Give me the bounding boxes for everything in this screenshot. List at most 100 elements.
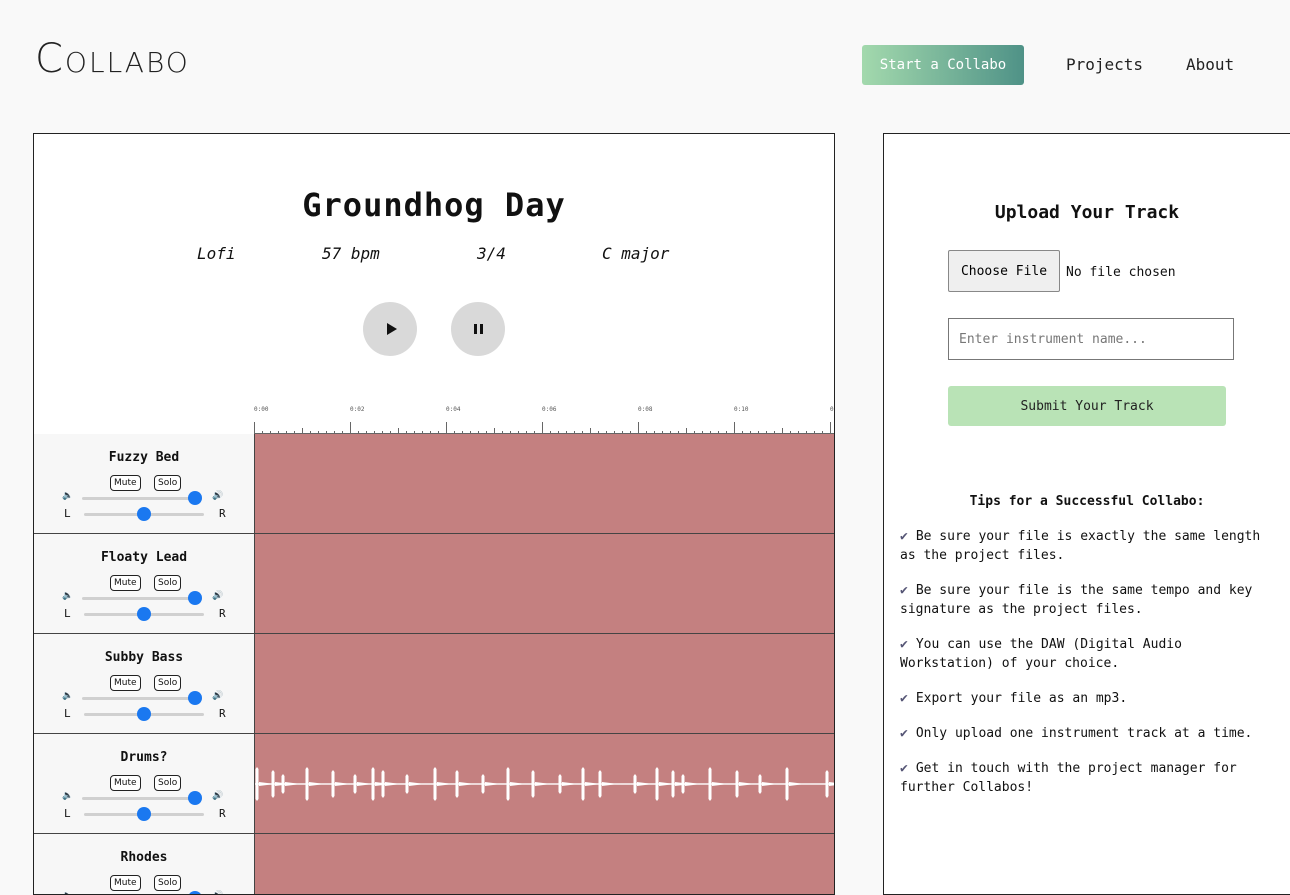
- timeline-tick: [542, 422, 543, 434]
- volume-low-icon: 🔈: [62, 891, 73, 894]
- tip-text: Export your file as an mp3.: [915, 691, 1128, 706]
- nav-projects-link[interactable]: Projects: [1066, 55, 1143, 74]
- no-file-text: No file chosen: [1066, 265, 1176, 280]
- track-controls: Floaty Lead Mute Solo 🔈 🔊 L R: [34, 534, 255, 633]
- tip-text: Be sure your file is exactly the same le…: [900, 529, 1261, 563]
- pause-icon: [473, 324, 483, 334]
- mute-button[interactable]: Mute: [110, 675, 141, 691]
- timeline-label: 0:04: [446, 406, 461, 413]
- track-row: Subby Bass Mute Solo 🔈 🔊 L R: [34, 634, 834, 734]
- tip-text: Be sure your file is the same tempo and …: [900, 583, 1253, 617]
- nav-about-link[interactable]: About: [1186, 55, 1234, 74]
- pan-left-label: L: [64, 807, 71, 820]
- tip-item: ✔ Export your file as an mp3.: [900, 689, 1270, 708]
- project-genre: Lofi: [197, 244, 236, 263]
- volume-high-icon: 🔊: [212, 791, 224, 801]
- track-list: Fuzzy Bed Mute Solo 🔈 🔊 L R Floaty Lead …: [34, 434, 834, 894]
- solo-button[interactable]: Solo: [154, 875, 182, 891]
- tip-item: ✔ You can use the DAW (Digital Audio Work…: [900, 635, 1270, 673]
- volume-slider[interactable]: [82, 497, 202, 500]
- pan-slider-thumb[interactable]: [137, 807, 151, 821]
- volume-low-icon: 🔈: [62, 491, 74, 501]
- track-waveform[interactable]: [255, 634, 834, 733]
- track-name: Fuzzy Bed: [108, 450, 180, 465]
- solo-button[interactable]: Solo: [154, 475, 182, 491]
- pan-slider-thumb[interactable]: [137, 507, 151, 521]
- volume-high-icon: 🔊: [212, 591, 224, 601]
- upload-title: Upload Your Track: [994, 202, 1180, 223]
- tip-text: Get in touch with the project manager fo…: [900, 761, 1237, 795]
- timeline-label: 0:06: [542, 406, 557, 413]
- check-icon: ✔: [900, 529, 908, 544]
- tip-text: Only upload one instrument track at a ti…: [915, 726, 1253, 741]
- pan-slider-thumb[interactable]: [137, 607, 151, 621]
- volume-high-icon: 🔊: [212, 491, 224, 501]
- volume-slider-thumb[interactable]: [188, 791, 202, 805]
- timeline-tick: [350, 422, 351, 434]
- timeline-tick: [446, 422, 447, 434]
- play-icon: [386, 323, 397, 335]
- timeline-label: 0:02: [350, 406, 365, 413]
- submit-track-button[interactable]: Submit Your Track: [948, 386, 1226, 426]
- mute-button[interactable]: Mute: [110, 875, 141, 891]
- pan-right-label: R: [219, 807, 226, 820]
- volume-low-icon: 🔈: [62, 791, 74, 801]
- pan-right-label: R: [219, 507, 226, 520]
- track-controls: Fuzzy Bed Mute Solo 🔈 🔊 L R: [34, 434, 255, 533]
- check-icon: ✔: [900, 583, 908, 598]
- solo-button[interactable]: Solo: [154, 675, 182, 691]
- check-icon: ✔: [900, 726, 908, 741]
- mute-button[interactable]: Mute: [110, 775, 141, 791]
- start-collabo-button[interactable]: Start a Collabo: [862, 45, 1024, 85]
- volume-slider[interactable]: [82, 697, 202, 700]
- track-name: Drums?: [120, 750, 168, 765]
- pan-right-label: R: [219, 607, 226, 620]
- logo[interactable]: Collabo: [35, 36, 190, 82]
- track-waveform[interactable]: [255, 834, 834, 894]
- volume-high-icon: 🔊: [212, 691, 224, 701]
- volume-slider-thumb[interactable]: [188, 591, 202, 605]
- waveform-baseline: [255, 783, 834, 785]
- timeline-ruler[interactable]: 0:00 0:02 0:04 0:06 0:08 0:10 0: [254, 402, 834, 434]
- track-waveform[interactable]: [255, 434, 834, 533]
- track-row: Rhodes Mute Solo 🔈 🔊 L R: [34, 834, 834, 894]
- project-title: Groundhog Day: [302, 186, 566, 224]
- volume-slider[interactable]: [82, 597, 202, 600]
- project-panel: Groundhog Day Lofi 57 bpm 3/4 C major 0:…: [33, 133, 835, 895]
- pause-button[interactable]: [451, 302, 505, 356]
- tip-item: ✔ Only upload one instrument track at a t…: [900, 724, 1270, 743]
- volume-low-icon: 🔈: [62, 591, 74, 601]
- timeline-tick: [254, 422, 255, 434]
- play-button[interactable]: [363, 302, 417, 356]
- pan-left-label: L: [64, 707, 71, 720]
- timeline-tick: [830, 422, 831, 434]
- tip-text: You can use the DAW (Digital Audio Works…: [900, 637, 1182, 671]
- tip-item: ✔ Be sure your file is the same tempo and…: [900, 581, 1270, 619]
- track-name: Subby Bass: [104, 650, 184, 665]
- project-tempo: 57 bpm: [322, 244, 380, 263]
- volume-high-icon: 🔊: [212, 891, 223, 894]
- mute-button[interactable]: Mute: [110, 575, 141, 591]
- check-icon: ✔: [900, 761, 908, 776]
- upload-panel: Upload Your Track Choose File No file ch…: [883, 133, 1290, 895]
- solo-button[interactable]: Solo: [154, 775, 182, 791]
- track-waveform[interactable]: [255, 534, 834, 633]
- instrument-name-input[interactable]: [948, 318, 1234, 360]
- pan-left-label: L: [64, 607, 71, 620]
- timeline-label: 0:10: [734, 406, 749, 413]
- timeline-label: 0: [830, 406, 834, 413]
- volume-slider-thumb[interactable]: [188, 691, 202, 705]
- track-row: Drums? Mute Solo 🔈 🔊 L R: [34, 734, 834, 834]
- track-name: Floaty Lead: [100, 550, 188, 565]
- mute-button[interactable]: Mute: [110, 475, 141, 491]
- volume-slider[interactable]: [82, 797, 202, 800]
- pan-right-label: R: [219, 707, 226, 720]
- volume-slider-thumb[interactable]: [188, 491, 202, 505]
- volume-slider-thumb[interactable]: [188, 891, 202, 894]
- solo-button[interactable]: Solo: [154, 575, 182, 591]
- project-time-signature: 3/4: [477, 244, 506, 263]
- track-waveform[interactable]: [255, 734, 834, 833]
- track-name: Rhodes: [120, 850, 168, 865]
- choose-file-button[interactable]: Choose File: [948, 250, 1060, 292]
- pan-slider-thumb[interactable]: [137, 707, 151, 721]
